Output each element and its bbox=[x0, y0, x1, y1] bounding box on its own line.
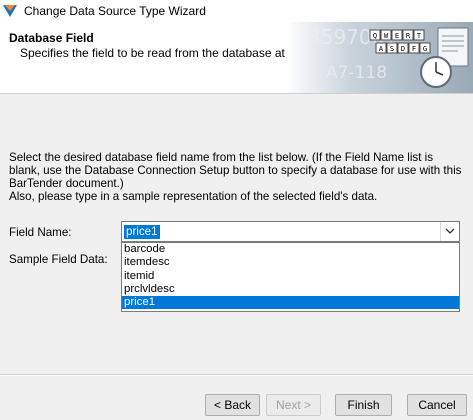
field-name-selected-value[interactable]: price1 bbox=[124, 225, 160, 239]
dropdown-option[interactable]: itemdesc bbox=[122, 256, 459, 269]
dropdown-option[interactable]: prclvldesc bbox=[122, 283, 459, 296]
field-name-dropdown-button[interactable] bbox=[440, 222, 459, 241]
banner-key-label: G bbox=[423, 45, 427, 53]
sample-field-data-label: Sample Field Data: bbox=[9, 253, 108, 266]
dropdown-option[interactable]: itemid bbox=[122, 270, 459, 283]
banner-key-label: E bbox=[395, 32, 399, 40]
banner-code: A7-118 bbox=[326, 63, 387, 83]
next-button[interactable]: Next > bbox=[266, 394, 321, 416]
field-name-combobox[interactable]: price1 bbox=[121, 221, 460, 242]
window-title: Change Data Source Type Wizard bbox=[24, 4, 206, 18]
bartender-app-icon bbox=[3, 5, 17, 17]
wizard-header: Database Field Specifies the field to be… bbox=[0, 22, 473, 94]
back-button[interactable]: < Back bbox=[205, 394, 260, 416]
field-name-dropdown-list[interactable]: barcode itemdesc itemid prclvldesc price… bbox=[121, 242, 460, 312]
footer-separator bbox=[0, 374, 473, 376]
field-name-label: Field Name: bbox=[9, 226, 72, 239]
dropdown-option[interactable]: barcode bbox=[122, 243, 459, 256]
banner-key-label: D bbox=[401, 45, 405, 53]
banner-key-label: S bbox=[390, 45, 394, 53]
cancel-button[interactable]: Cancel bbox=[407, 394, 467, 416]
banner-key-label: F bbox=[412, 45, 416, 53]
instructions-line1: Select the desired database field name f… bbox=[9, 151, 462, 190]
banner-key-label: Q bbox=[373, 32, 377, 40]
page-title: Database Field bbox=[9, 31, 94, 45]
chevron-down-icon bbox=[445, 228, 455, 234]
finish-button[interactable]: Finish bbox=[335, 394, 392, 416]
dropdown-option-selected[interactable]: price1 bbox=[122, 296, 459, 310]
instructions: Select the desired database field name f… bbox=[9, 151, 464, 203]
banner-graphic: 3597001 A7-118 QWERT ASDFG bbox=[286, 22, 473, 93]
instructions-line2: Also, please type in a sample representa… bbox=[9, 190, 378, 203]
window-titlebar: Change Data Source Type Wizard bbox=[0, 0, 473, 23]
